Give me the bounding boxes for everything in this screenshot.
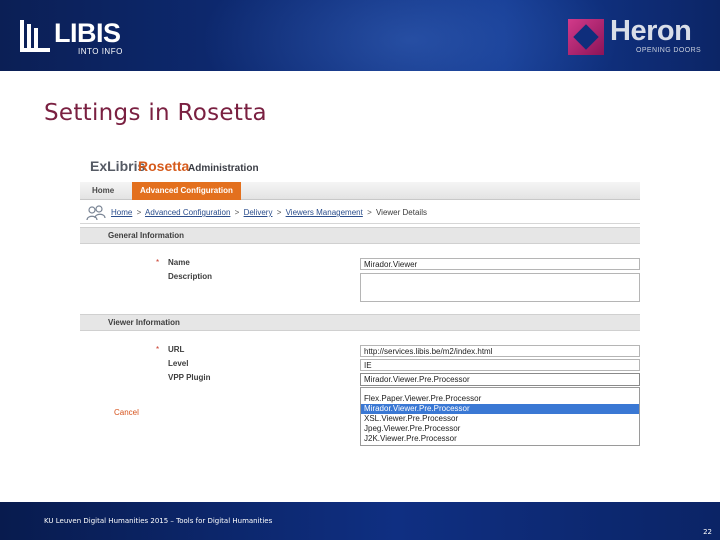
- users-icon: [86, 205, 106, 221]
- dropdown-option[interactable]: Jpeg.Viewer.Pre.Processor: [361, 424, 639, 434]
- app-section-title: Administration: [188, 163, 259, 174]
- libis-wordmark: LIBIS: [54, 18, 121, 48]
- breadcrumb-separator: >: [367, 208, 372, 217]
- section-heading-general: General Information: [108, 231, 185, 240]
- breadcrumb-current: Viewer Details: [375, 208, 427, 217]
- nav-tab-home[interactable]: Home: [86, 182, 120, 200]
- vpp-plugin-dropdown-list: Flex.Paper.Viewer.Pre.Processor Mirador.…: [360, 387, 640, 446]
- dropdown-option[interactable]: J2K.Viewer.Pre.Processor: [361, 434, 639, 444]
- dropdown-option-selected[interactable]: Mirador.Viewer.Pre.Processor: [361, 404, 639, 414]
- heron-wordmark: Heron: [610, 15, 692, 47]
- heron-logo: Heron OPENING DOORS: [568, 15, 708, 59]
- breadcrumb-separator: >: [234, 208, 240, 217]
- libis-logo: LIBIS INTO INFO: [20, 18, 130, 58]
- slide-header-band: LIBIS INTO INFO Heron OPENING DOORS: [0, 0, 720, 71]
- rosetta-logo: Rosetta: [138, 158, 190, 174]
- vpp-plugin-label: VPP Plugin: [168, 373, 211, 382]
- exlibris-logo: ExLibris: [90, 158, 146, 174]
- breadcrumb-viewers-management[interactable]: Viewers Management: [286, 208, 363, 217]
- general-information-section: General Information: [80, 227, 640, 244]
- dropdown-option[interactable]: XSL.Viewer.Pre.Processor: [361, 414, 639, 424]
- breadcrumb-separator: >: [136, 208, 142, 217]
- breadcrumb-row: Home > Advanced Configuration > Delivery…: [80, 202, 640, 224]
- required-marker: *: [156, 345, 160, 354]
- page-number: 22: [703, 528, 712, 536]
- header-sheen: [200, 0, 620, 71]
- viewer-information-section: Viewer Information: [80, 314, 640, 331]
- breadcrumb: Home > Advanced Configuration > Delivery…: [111, 208, 427, 217]
- required-marker: *: [156, 258, 160, 267]
- description-label: Description: [168, 272, 213, 281]
- vpp-plugin-select[interactable]: Mirador.Viewer.Pre.Processor: [360, 373, 640, 386]
- slide-footer-band: KU Leuven Digital Humanities 2015 – Tool…: [0, 502, 720, 540]
- main-nav-bar: Home Advanced Configuration: [80, 182, 640, 200]
- section-heading-viewer: Viewer Information: [108, 318, 180, 327]
- breadcrumb-separator: >: [276, 208, 282, 217]
- name-label: Name: [168, 258, 190, 267]
- libis-bars-icon: [20, 20, 50, 52]
- breadcrumb-home[interactable]: Home: [111, 208, 132, 217]
- rosetta-app-header: ExLibris Rosetta Administration: [80, 152, 640, 182]
- footer-text: KU Leuven Digital Humanities 2015 – Tool…: [44, 517, 273, 525]
- cancel-button[interactable]: Cancel: [114, 408, 139, 417]
- description-textarea[interactable]: [360, 273, 640, 302]
- slide-title: Settings in Rosetta: [44, 100, 267, 126]
- nav-tab-advanced-configuration[interactable]: Advanced Configuration: [132, 182, 241, 200]
- level-input[interactable]: IE: [360, 359, 640, 371]
- url-label: URL: [168, 345, 185, 354]
- rosetta-screenshot: ExLibris Rosetta Administration Home Adv…: [80, 152, 640, 452]
- url-input[interactable]: http://services.libis.be/m2/index.html: [360, 345, 640, 357]
- breadcrumb-advanced-configuration[interactable]: Advanced Configuration: [145, 208, 230, 217]
- breadcrumb-delivery[interactable]: Delivery: [244, 208, 273, 217]
- libis-tagline: INTO INFO: [78, 47, 123, 56]
- level-label: Level: [168, 359, 189, 368]
- heron-tagline: OPENING DOORS: [636, 47, 702, 54]
- dropdown-option[interactable]: Flex.Paper.Viewer.Pre.Processor: [361, 394, 639, 404]
- name-input[interactable]: Mirador.Viewer: [360, 258, 640, 270]
